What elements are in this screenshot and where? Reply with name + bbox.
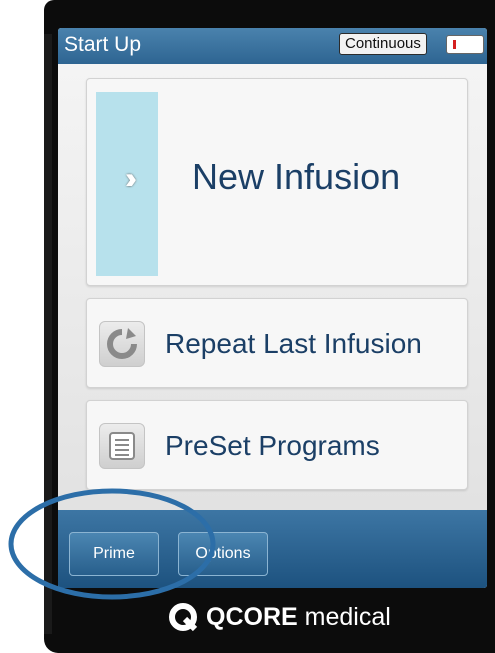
mode-badge: Continuous (339, 33, 427, 55)
page-title: Start Up (64, 33, 142, 56)
status-header: Start Up Continuous (58, 28, 487, 64)
double-chevron-right-icon: ›› (125, 162, 137, 195)
new-infusion-button[interactable]: ›› New Infusion (86, 78, 468, 286)
brand-name-bold: QCORE (206, 603, 298, 631)
options-button[interactable]: Options (178, 532, 268, 576)
prime-button[interactable]: Prime (69, 532, 159, 576)
new-infusion-accent: ›› (96, 92, 158, 276)
list-icon (99, 423, 145, 469)
brand-name-rest: medical (297, 603, 391, 631)
device-edge (44, 34, 52, 634)
brand-logo: QCORE medical (168, 600, 408, 640)
soft-key-bar: Prime Options (58, 510, 487, 588)
preset-programs-button[interactable]: PreSet Programs (86, 400, 468, 490)
qcore-logo-icon (169, 603, 198, 632)
new-infusion-label: New Infusion (192, 156, 401, 197)
battery-level (453, 40, 456, 49)
pump-screen: Start Up Continuous ›› New Infusion Repe… (58, 28, 487, 588)
preset-programs-label: PreSet Programs (165, 430, 380, 461)
repeat-last-infusion-label: Repeat Last Infusion (165, 328, 422, 359)
brand-name: QCORE medical (206, 603, 391, 632)
refresh-icon (99, 321, 145, 367)
repeat-last-infusion-button[interactable]: Repeat Last Infusion (86, 298, 468, 388)
main-menu: ›› New Infusion Repeat Last Infusion Pre… (58, 64, 487, 510)
battery-icon (446, 35, 484, 54)
